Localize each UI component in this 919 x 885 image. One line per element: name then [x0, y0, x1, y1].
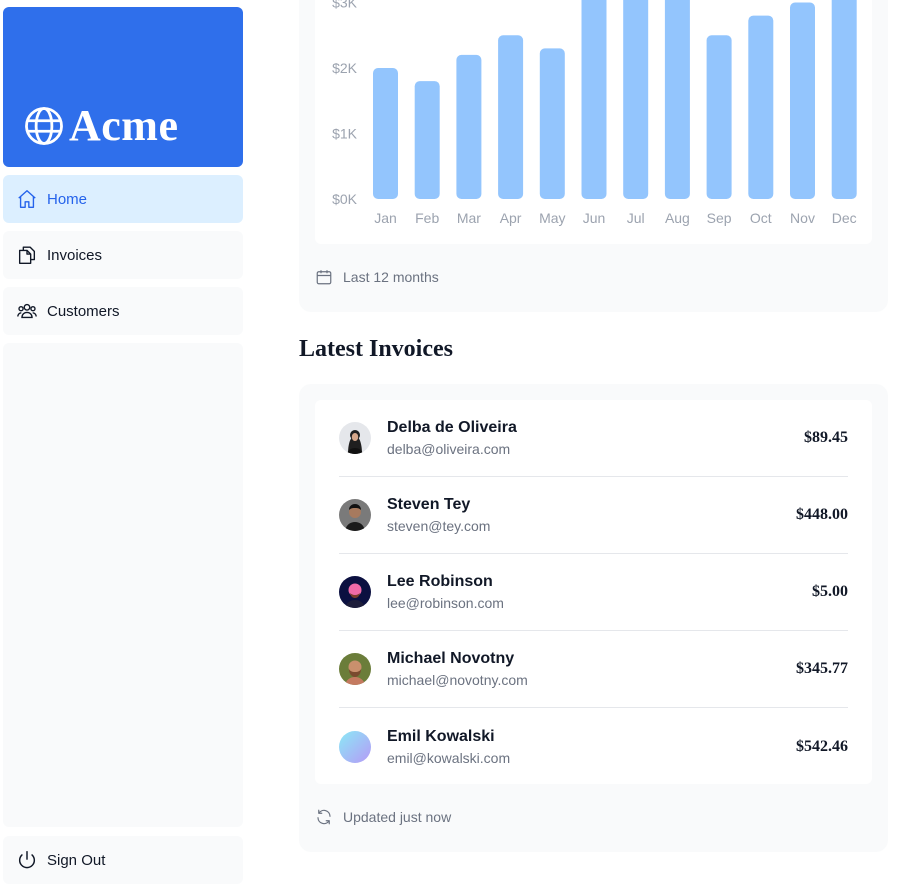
- avatar: [339, 653, 371, 685]
- x-tick-label: Dec: [832, 210, 857, 226]
- revenue-footer-text: Last 12 months: [343, 269, 439, 285]
- x-tick-label: Aug: [665, 210, 690, 226]
- y-tick-label: $1K: [332, 126, 358, 142]
- sidebar-item-invoices[interactable]: Invoices: [3, 231, 243, 279]
- revenue-footer: Last 12 months: [315, 268, 439, 286]
- sidebar-item-home[interactable]: Home: [3, 175, 243, 223]
- x-tick-label: Nov: [790, 210, 815, 226]
- globe-icon: [25, 107, 63, 145]
- x-tick-label: Jul: [627, 210, 645, 226]
- bar-dec: [831, 0, 857, 199]
- bar-jun: [581, 0, 607, 199]
- x-tick-label: Jan: [374, 210, 397, 226]
- customer-name: Michael Novotny: [387, 650, 515, 667]
- logo-text: Acme: [69, 101, 179, 150]
- bar-oct: [748, 15, 774, 199]
- customer-email: steven@tey.com: [387, 518, 491, 534]
- avatar: [339, 730, 371, 763]
- x-tick-label: Sep: [707, 210, 732, 226]
- invoice-amount: $448.00: [796, 506, 848, 523]
- invoice-amount: $345.77: [796, 660, 848, 677]
- y-tick-label: $0K: [332, 191, 358, 207]
- invoice-row[interactable]: Lee Robinson lee@robinson.com $5.00: [339, 554, 848, 631]
- sidebar-item-label: Invoices: [47, 246, 103, 264]
- invoice-row[interactable]: Steven Tey steven@tey.com $448.00: [339, 477, 848, 554]
- invoice-row[interactable]: Delba de Oliveira delba@oliveira.com $89…: [339, 400, 848, 477]
- document-duplicate-icon: [16, 244, 38, 266]
- acme-logo: Acme: [23, 101, 179, 150]
- bar-chart: $0K $1K $2K $3K Jan Feb Mar Apr May Jun Jul Aug Sep O…: [332, 0, 857, 226]
- customer-email: michael@novotny.com: [387, 672, 528, 688]
- avatar: [339, 576, 371, 608]
- invoices-footer: Updated just now: [315, 808, 451, 826]
- sidebar: Acme Home Invoices Customers Sign Out: [3, 7, 243, 885]
- revenue-card: $0K $1K $2K $3K Jan Feb Mar Apr May Jun Jul Aug Sep O…: [299, 0, 888, 312]
- bar-sep: [706, 35, 732, 199]
- invoice-row[interactable]: Emil Kowalski emil@kowalski.com $542.46: [339, 708, 848, 785]
- sign-out-button[interactable]: Sign Out: [3, 836, 243, 884]
- bar-jul: [623, 0, 649, 199]
- x-tick-label: May: [539, 210, 565, 226]
- invoices-footer-text: Updated just now: [343, 809, 452, 825]
- x-tick-label: Feb: [415, 210, 439, 226]
- bar-aug: [664, 0, 690, 199]
- customer-name: Emil Kowalski: [387, 727, 495, 745]
- sidebar-item-label: Customers: [47, 302, 120, 320]
- customer-name: Steven Tey: [387, 496, 471, 513]
- invoice-amount: $89.45: [804, 429, 848, 446]
- user-group-icon: [16, 300, 38, 322]
- bar-apr: [498, 35, 524, 199]
- invoice-list: Delba de Oliveira delba@oliveira.com $89…: [315, 400, 872, 784]
- bar-jan: [373, 68, 398, 199]
- refresh-icon: [317, 809, 331, 825]
- bar-nov: [790, 2, 815, 199]
- customer-name: Delba de Oliveira: [387, 419, 517, 436]
- sidebar-spacer: [3, 343, 243, 827]
- avatar: [339, 499, 371, 531]
- latest-invoices-title: Latest Invoices: [299, 336, 453, 362]
- sidebar-item-customers[interactable]: Customers: [3, 287, 243, 335]
- invoice-amount: $5.00: [812, 583, 848, 600]
- logo-banner[interactable]: Acme: [3, 7, 243, 167]
- x-tick-label: Mar: [457, 210, 481, 226]
- customer-email: emil@kowalski.com: [387, 749, 511, 766]
- invoice-amount: $542.46: [796, 737, 848, 755]
- invoice-row[interactable]: Michael Novotny michael@novotny.com $345…: [339, 631, 848, 708]
- avatar: [339, 422, 371, 454]
- sign-out-label: Sign Out: [47, 851, 106, 869]
- customer-email: delba@oliveira.com: [387, 441, 511, 457]
- sidebar-item-label: Home: [47, 190, 88, 208]
- bar-may: [539, 48, 565, 199]
- bar-feb: [414, 81, 440, 199]
- y-tick-label: $3K: [332, 0, 358, 11]
- x-tick-label: Oct: [750, 210, 772, 226]
- home-icon: [16, 188, 38, 210]
- revenue-chart: $0K $1K $2K $3K Jan Feb Mar Apr May Jun Jul Aug Sep O…: [315, 0, 872, 244]
- calendar-icon: [316, 270, 332, 285]
- y-tick-label: $2K: [332, 60, 358, 76]
- latest-invoices-card: Delba de Oliveira delba@oliveira.com $89…: [299, 384, 888, 852]
- power-icon: [16, 849, 38, 871]
- customer-email: lee@robinson.com: [387, 595, 504, 611]
- x-tick-label: Apr: [500, 210, 522, 226]
- customer-name: Lee Robinson: [387, 573, 493, 590]
- bar-mar: [456, 54, 482, 200]
- x-tick-label: Jun: [583, 210, 606, 226]
